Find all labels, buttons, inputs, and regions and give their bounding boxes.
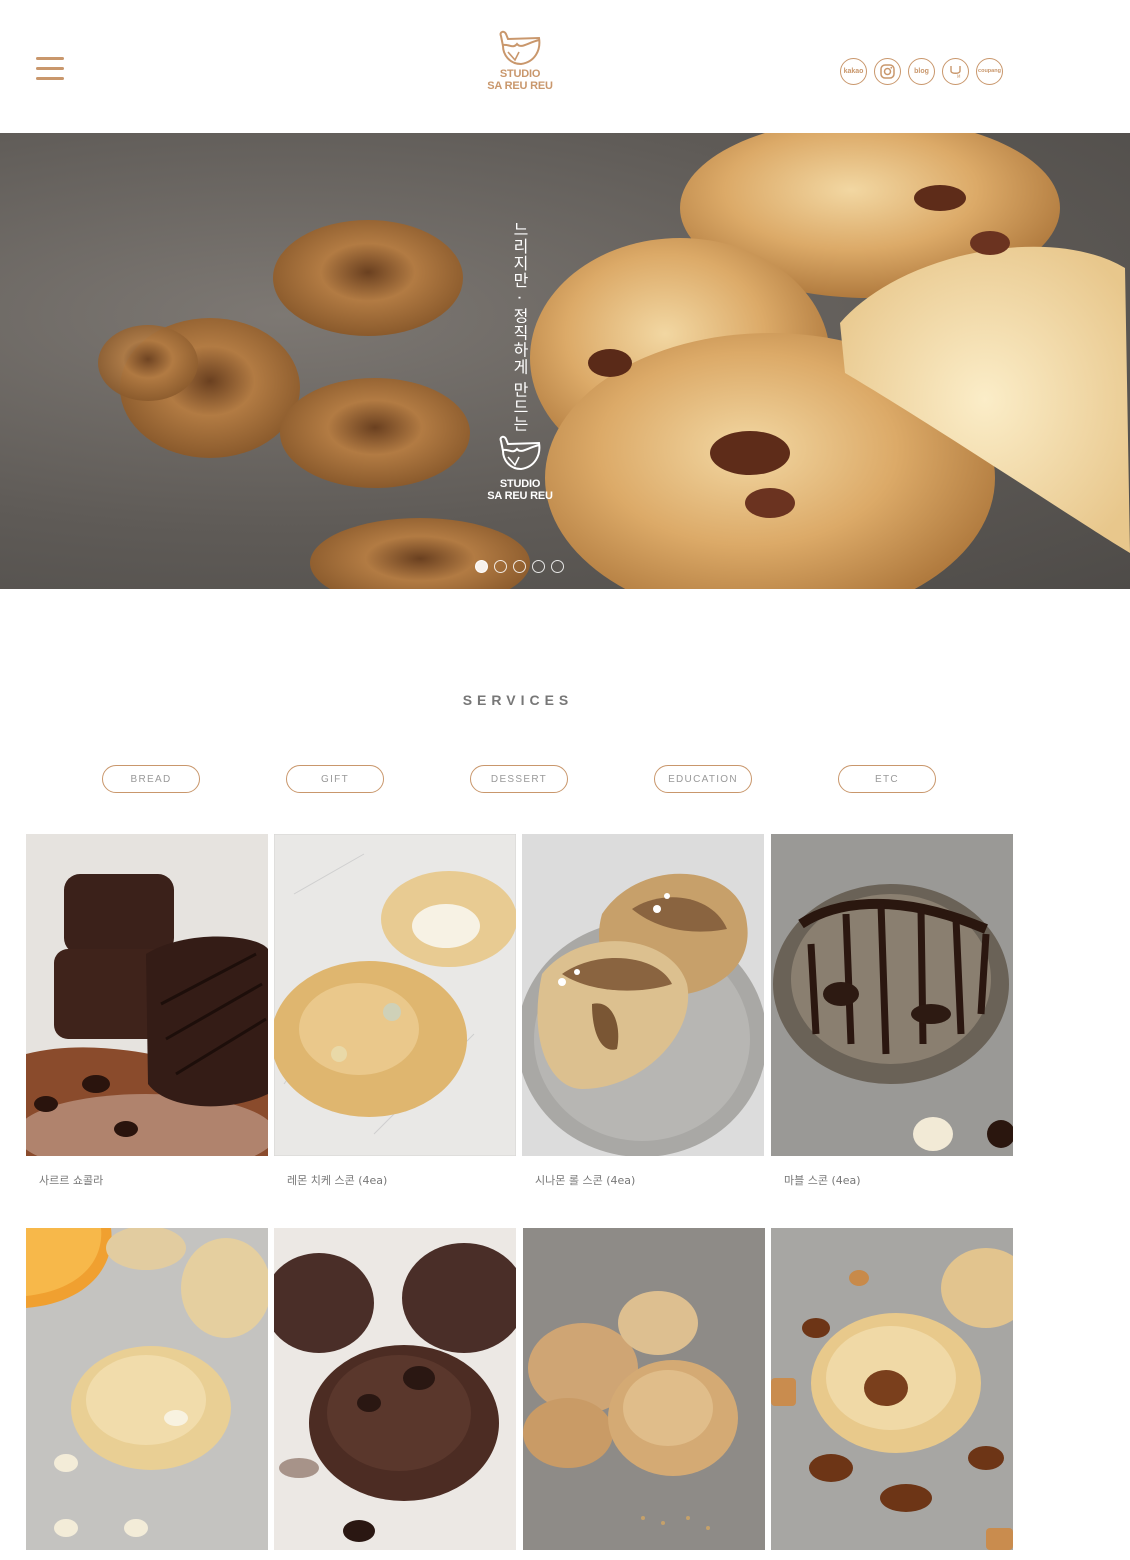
marble-scone-photo bbox=[771, 834, 1013, 1156]
orange-white-chocolate-scone-photo bbox=[26, 1228, 268, 1550]
hero-brand-line2: SA REU REU bbox=[487, 490, 553, 502]
coupang-label: coupang bbox=[978, 68, 1001, 74]
svg-text:M: M bbox=[957, 74, 961, 79]
product-card[interactable] bbox=[274, 1228, 516, 1550]
product-image bbox=[274, 834, 516, 1156]
slide-dot-2[interactable] bbox=[494, 560, 507, 573]
plain-scone-photo bbox=[523, 1228, 765, 1550]
product-image bbox=[771, 834, 1013, 1156]
double-chocolate-scone-photo bbox=[274, 1228, 516, 1550]
services-heading: SERVICES bbox=[462, 692, 574, 708]
product-card[interactable] bbox=[771, 1228, 1013, 1550]
slide-dot-4[interactable] bbox=[532, 560, 545, 573]
brand-logo[interactable]: STUDIO SA REU REU bbox=[478, 30, 562, 98]
bowl-logo-icon bbox=[499, 435, 541, 471]
slide-dot-1[interactable] bbox=[475, 560, 488, 573]
product-image bbox=[274, 1228, 516, 1550]
slide-dot-3[interactable] bbox=[513, 560, 526, 573]
slide-dot-5[interactable] bbox=[551, 560, 564, 573]
slider-pagination bbox=[475, 560, 564, 573]
product-card[interactable]: 시나몬 롤 스콘 (4ea) bbox=[522, 834, 764, 1187]
bowl-logo-icon bbox=[499, 30, 541, 66]
kakao-icon[interactable]: kakao bbox=[840, 58, 867, 85]
product-name: 시나몬 롤 스콘 (4ea) bbox=[535, 1174, 636, 1187]
brand-name-line2: SA REU REU bbox=[487, 80, 553, 92]
product-image bbox=[26, 834, 268, 1156]
hero-tagline: 느리지만 · 정직하게 만드는 bbox=[510, 221, 529, 433]
cinnamon-roll-scone-photo bbox=[522, 834, 764, 1156]
product-image bbox=[522, 834, 764, 1156]
product-name: 마블 스콘 (4ea) bbox=[784, 1174, 861, 1187]
product-card[interactable]: 마블 스콘 (4ea) bbox=[771, 834, 1013, 1187]
instagram-glyph bbox=[880, 64, 895, 79]
product-image bbox=[26, 1228, 268, 1550]
hero-brand-logo: STUDIO SA REU REU bbox=[480, 435, 560, 502]
instagram-icon[interactable] bbox=[874, 58, 901, 85]
lemon-cheese-scone-photo bbox=[274, 834, 516, 1156]
kakao-label: kakao bbox=[843, 68, 864, 75]
brand-name-line1: STUDIO bbox=[499, 68, 541, 80]
hero-slider[interactable]: 느리지만 · 정직하게 만드는 STUDIO SA REU REU bbox=[0, 133, 1130, 589]
blog-icon[interactable]: blog bbox=[908, 58, 935, 85]
product-card[interactable]: 레몬 치케 스콘 (4ea) bbox=[274, 834, 516, 1187]
tab-etc[interactable]: ETC bbox=[838, 765, 936, 793]
product-name: 사르르 쇼콜라 bbox=[39, 1174, 104, 1187]
tab-education[interactable]: EDUCATION bbox=[654, 765, 752, 793]
tab-gift[interactable]: GIFT bbox=[286, 765, 384, 793]
product-name: 레몬 치케 스콘 (4ea) bbox=[287, 1174, 388, 1187]
blog-label: blog bbox=[914, 68, 929, 75]
product-card[interactable] bbox=[26, 1228, 268, 1550]
product-image bbox=[523, 1228, 765, 1550]
product-image bbox=[771, 1228, 1013, 1550]
hero-image bbox=[98, 133, 1130, 589]
tab-bread[interactable]: BREAD bbox=[102, 765, 200, 793]
product-card[interactable] bbox=[523, 1228, 765, 1550]
chocolate-brownie-photo bbox=[26, 834, 268, 1156]
hm-glyph: M bbox=[950, 66, 961, 79]
caramel-pecan-scone-photo bbox=[771, 1228, 1013, 1550]
social-links: kakao blog M coupang bbox=[840, 58, 1003, 85]
tab-dessert[interactable]: DESSERT bbox=[470, 765, 568, 793]
hm-icon[interactable]: M bbox=[942, 58, 969, 85]
product-card[interactable]: 사르르 쇼콜라 bbox=[26, 834, 268, 1187]
hamburger-menu-icon[interactable] bbox=[36, 57, 64, 83]
coupang-icon[interactable]: coupang bbox=[976, 58, 1003, 85]
hero-brand-line1: STUDIO bbox=[499, 478, 541, 490]
site-header: STUDIO SA REU REU kakao blog M coupang bbox=[0, 0, 1130, 133]
